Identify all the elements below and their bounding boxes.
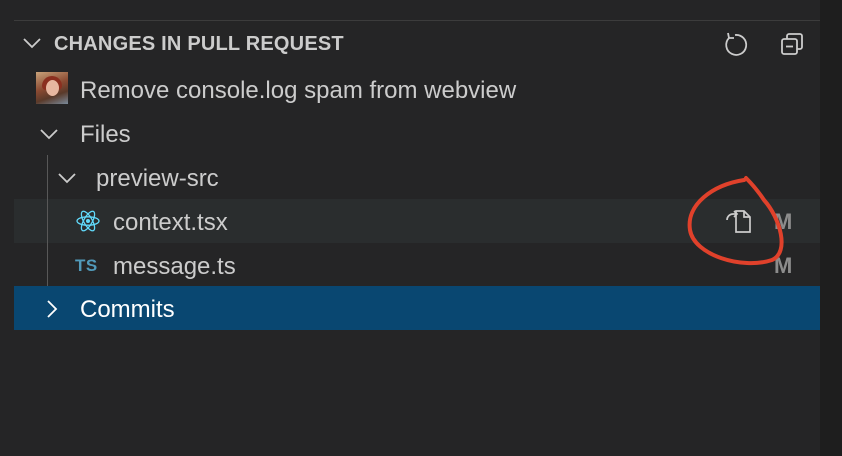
file-item-context[interactable]: context.tsx M <box>14 199 820 243</box>
left-gutter <box>0 0 14 456</box>
files-node[interactable]: Files <box>14 111 820 155</box>
refresh-icon[interactable] <box>720 30 750 60</box>
status-badge: M <box>774 253 793 278</box>
chevron-down-icon[interactable] <box>57 171 77 185</box>
pull-request-item[interactable]: Remove console.log spam from webview <box>14 67 820 111</box>
commits-label: Commits <box>80 296 175 323</box>
react-icon <box>76 210 100 232</box>
typescript-icon: TS <box>75 256 98 275</box>
changes-panel: CHANGES IN PULL REQUEST Remove console.l… <box>14 21 820 456</box>
section-title: CHANGES IN PULL REQUEST <box>54 33 344 55</box>
file-name: message.ts <box>113 253 236 280</box>
chevron-down-icon[interactable] <box>22 36 42 50</box>
files-label: Files <box>80 121 131 148</box>
section-header[interactable]: CHANGES IN PULL REQUEST <box>14 21 820 67</box>
status-badge: M <box>774 209 793 234</box>
tree-indent-guide <box>47 199 48 243</box>
avatar <box>36 72 68 104</box>
pull-request-title: Remove console.log spam from webview <box>80 77 517 104</box>
folder-label: preview-src <box>96 165 219 192</box>
chevron-right-icon[interactable] <box>45 299 59 319</box>
file-item-message[interactable]: TS message.ts M <box>14 243 820 287</box>
folder-node[interactable]: preview-src <box>14 155 820 199</box>
open-file-icon[interactable] <box>724 206 754 236</box>
editor-edge <box>820 0 842 456</box>
tree-indent-guide <box>47 243 48 287</box>
chevron-down-icon[interactable] <box>39 127 59 141</box>
file-name: context.tsx <box>113 209 228 236</box>
collapse-all-icon[interactable] <box>778 30 808 60</box>
commits-node[interactable]: Commits <box>14 286 820 330</box>
